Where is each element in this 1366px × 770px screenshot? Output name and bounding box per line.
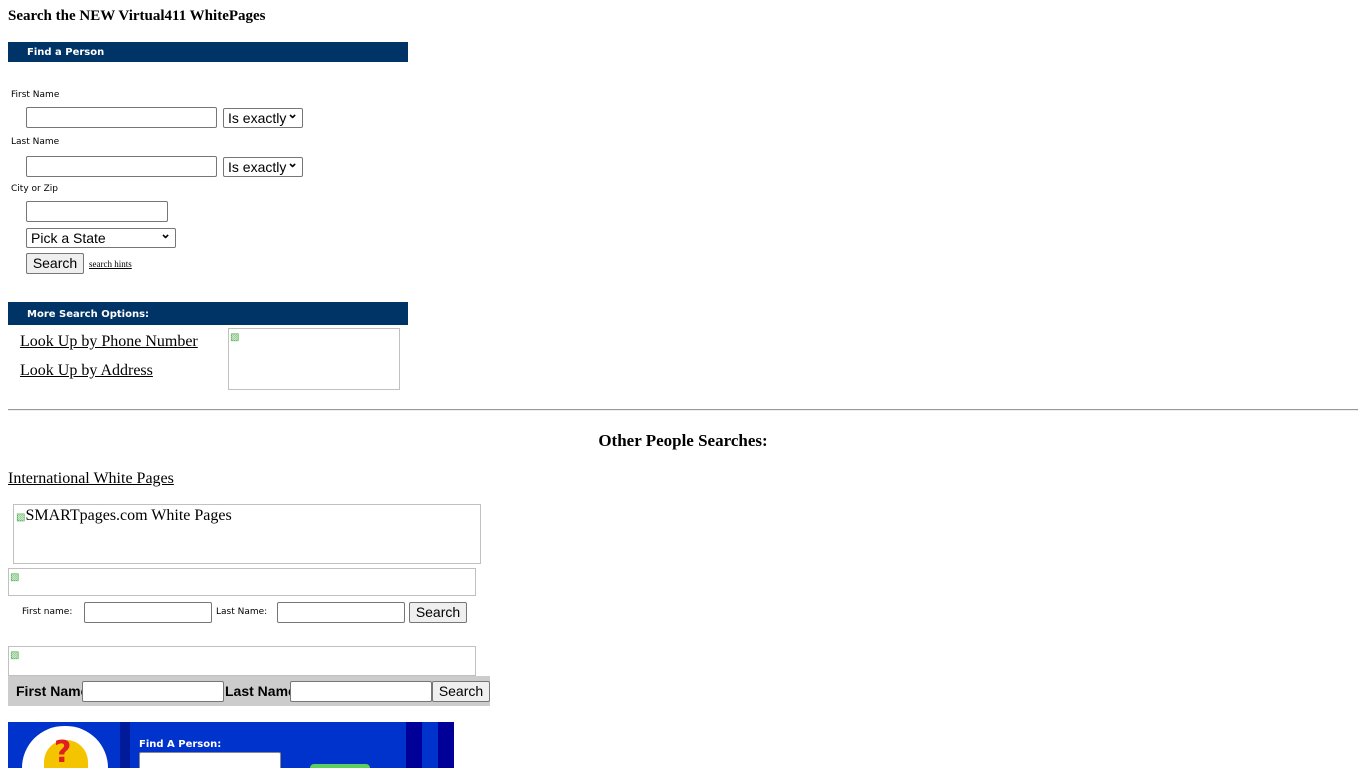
banner-person-input[interactable] — [139, 752, 281, 768]
search-button[interactable]: Search — [26, 253, 84, 274]
whowhere-banner: ? Find A Person: — [8, 722, 454, 768]
form1-banner-image: ▧ — [8, 568, 476, 596]
whowhere-logo: ? — [22, 726, 108, 768]
international-white-pages-link[interactable]: International White Pages — [8, 470, 174, 488]
last-name-label: Last Name — [11, 137, 60, 147]
more-options-header: More Search Options: — [8, 302, 408, 325]
last-name-input[interactable] — [26, 156, 217, 177]
last-match-value: Is exactly — [228, 159, 287, 175]
page-title: Search the NEW Virtual411 WhitePages — [8, 8, 266, 24]
form2-last-label: Last Name — [225, 683, 296, 699]
first-match-value: Is exactly — [228, 110, 287, 126]
form2-bar: First Name Last Name Search — [8, 676, 490, 706]
banner-stripe — [438, 722, 454, 768]
address-lookup-link[interactable]: Look Up by Address — [20, 362, 153, 380]
form2-search-button[interactable]: Search — [432, 681, 490, 702]
state-select[interactable]: Pick a State — [26, 225, 176, 248]
form1-first-label: First name: — [22, 607, 73, 617]
form1-last-input[interactable] — [277, 602, 405, 623]
find-person-header: Find a Person — [8, 42, 408, 62]
phone-lookup-link[interactable]: Look Up by Phone Number — [20, 333, 198, 351]
form2-first-input[interactable] — [82, 681, 224, 702]
form1-first-input[interactable] — [84, 602, 212, 623]
broken-image-icon: ▧ — [230, 332, 240, 343]
banner-stripe — [120, 722, 130, 768]
city-zip-label: City or Zip — [11, 184, 58, 194]
last-name-match-select[interactable]: Is exactly — [223, 154, 303, 177]
first-name-match-select[interactable]: Is exactly — [223, 105, 303, 128]
search-hints-link[interactable]: search hints — [89, 259, 132, 269]
state-value: Pick a State — [31, 230, 106, 246]
other-searches-heading: Other People Searches: — [598, 431, 768, 450]
broken-image-icon: ▧ — [10, 572, 20, 583]
smartpages-alt-text: SMARTpages.com White Pages — [25, 507, 232, 524]
form1-search-button[interactable]: Search — [409, 602, 467, 623]
banner-go-button[interactable] — [310, 764, 370, 768]
divider — [8, 409, 1358, 411]
city-zip-input[interactable] — [26, 201, 168, 222]
banner-find-person-label: Find A Person: — [139, 739, 222, 750]
first-name-label: First Name — [11, 90, 60, 100]
form2-first-label: First Name — [16, 683, 89, 699]
ad-image: ▧ — [228, 328, 400, 390]
banner-stripe — [406, 722, 422, 768]
broken-image-icon: ▧ — [10, 650, 20, 661]
question-mark-icon: ? — [54, 735, 72, 770]
form2-last-input[interactable] — [290, 681, 432, 702]
first-name-input[interactable] — [26, 107, 217, 128]
smartpages-image[interactable]: ▧SMARTpages.com White Pages — [13, 504, 481, 564]
form1-last-label: Last Name: — [216, 607, 268, 617]
form2-banner-image: ▧ — [8, 646, 476, 676]
